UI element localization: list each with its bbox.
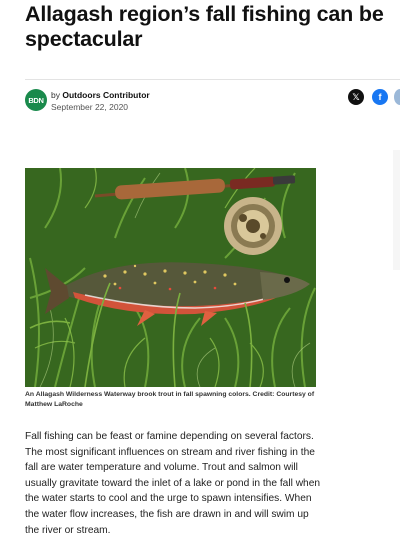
header-divider [25,79,400,80]
publisher-logo[interactable]: BDN [25,89,47,111]
share-x-button[interactable]: 𝕏 [348,89,364,105]
byline-prefix: by [51,90,60,100]
sidebar-edge [393,150,400,270]
headline-line-2: spectacular [25,27,143,51]
headline-line-1: Allagash region’s fall fishing can be [25,2,384,26]
byline: by Outdoors Contributor [51,90,150,100]
article-photo[interactable] [25,168,316,387]
photo-caption: An Allagash Wilderness Waterway brook tr… [25,391,315,408]
facebook-icon: f [378,92,382,102]
x-icon: 𝕏 [352,91,360,102]
publish-date: September 22, 2020 [51,102,129,112]
article-paragraph: Fall fishing can be feast or famine depe… [25,431,321,536]
author-link[interactable]: Outdoors Contributor [62,90,149,100]
share-facebook-button[interactable]: f [372,89,388,105]
brook-trout-image [25,168,316,387]
share-more-button[interactable] [394,89,400,105]
article-headline: Allagash region’s fall fishing can be sp… [25,2,400,52]
